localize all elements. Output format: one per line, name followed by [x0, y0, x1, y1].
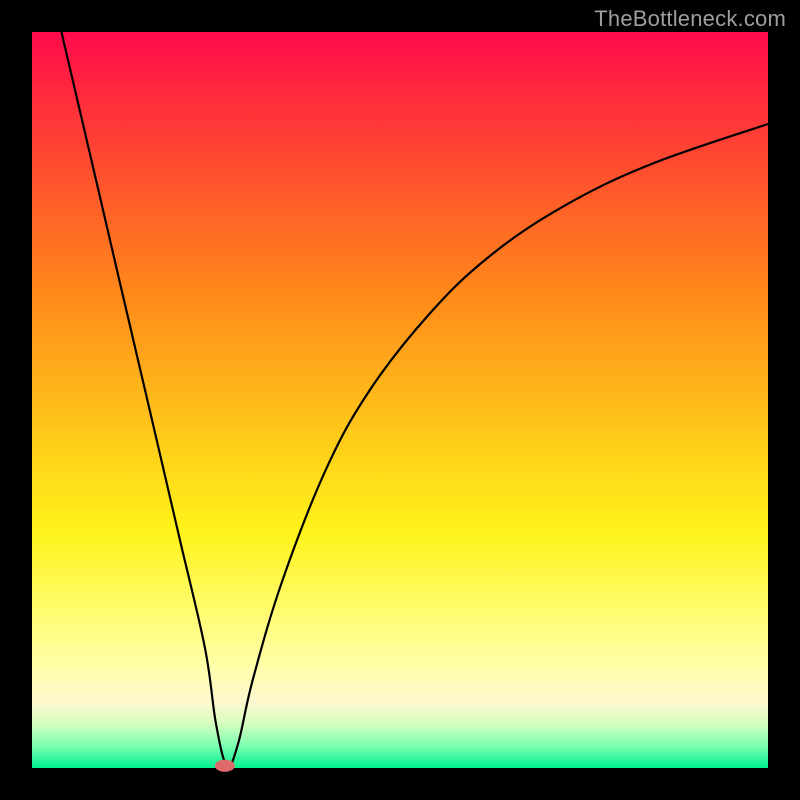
bottleneck-curve [61, 32, 768, 767]
watermark-text: TheBottleneck.com [594, 6, 786, 32]
plot-area [32, 32, 768, 768]
chart-svg [32, 32, 768, 768]
chart-frame: TheBottleneck.com [0, 0, 800, 800]
minimum-marker [215, 760, 235, 772]
